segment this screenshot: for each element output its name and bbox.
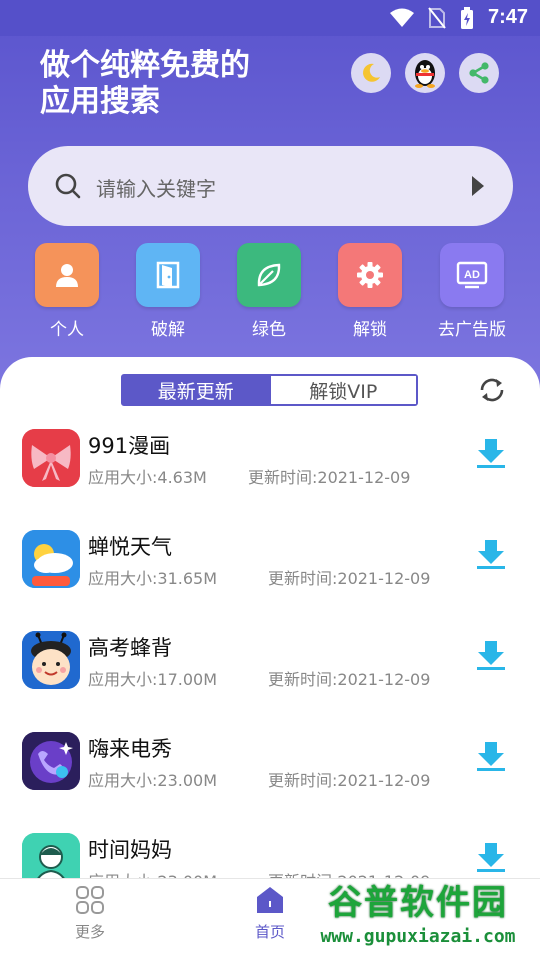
category-green[interactable]: 绿色 bbox=[229, 243, 309, 340]
app-size: 应用大小:17.00M bbox=[88, 670, 218, 689]
app-icon-991-manhua bbox=[22, 429, 80, 487]
download-icon[interactable] bbox=[476, 639, 506, 671]
download-icon[interactable] bbox=[476, 841, 506, 873]
category-label: 破解 bbox=[151, 320, 185, 340]
leaf-icon bbox=[257, 263, 281, 287]
share-button[interactable] bbox=[459, 53, 499, 93]
share-icon bbox=[469, 62, 489, 84]
nav-more-label: 更多 bbox=[74, 923, 105, 941]
category-label: 解锁 bbox=[353, 320, 387, 340]
nav-more[interactable]: 更多 bbox=[50, 885, 130, 942]
category-label: 去广告版 bbox=[438, 320, 506, 340]
grid-icon bbox=[76, 886, 104, 914]
app-size: 应用大小:31.65M bbox=[88, 569, 218, 588]
night-mode-button[interactable] bbox=[351, 53, 391, 93]
category-no-ads[interactable]: AD 去广告版 bbox=[432, 243, 512, 340]
category-grid: 个人 破解 绿色 解锁 AD 去广告版 bbox=[0, 243, 540, 343]
download-icon[interactable] bbox=[476, 538, 506, 570]
list-item[interactable]: 蝉悦天气 应用大小:31.65M 更新时间:2021-12-09 bbox=[0, 518, 540, 618]
page-title: 做个纯粹免费的 应用搜索 bbox=[40, 48, 250, 119]
app-update-time: 更新时间:2021-12-09 bbox=[268, 670, 431, 689]
app-update-time: 更新时间:2021-12-09 bbox=[268, 771, 431, 790]
app-name: 嗨来电秀 bbox=[88, 737, 172, 761]
qq-penguin-icon bbox=[415, 60, 435, 88]
gear-icon bbox=[357, 262, 383, 288]
watermark: 谷普软件园 www.gupuxiazai.com bbox=[296, 880, 540, 960]
app-size: 应用大小:4.63M bbox=[88, 468, 207, 487]
wifi-icon bbox=[389, 8, 414, 27]
download-icon[interactable] bbox=[476, 437, 506, 469]
battery-icon bbox=[460, 6, 473, 29]
app-list-panel: 最新更新 解锁VIP 991漫画 应用大小:4.63M 更新时间:2021-12… bbox=[0, 357, 540, 887]
app-name: 高考蜂背 bbox=[88, 636, 172, 660]
list-item[interactable]: 高考蜂背 应用大小:17.00M 更新时间:2021-12-09 bbox=[0, 619, 540, 719]
no-sim-icon bbox=[428, 6, 446, 29]
search-icon bbox=[55, 173, 81, 199]
svg-text:AD: AD bbox=[464, 269, 480, 281]
status-time: 7:47 bbox=[487, 6, 528, 28]
ad-icon: AD bbox=[456, 261, 488, 289]
tab-bar: 最新更新 解锁VIP bbox=[121, 374, 418, 406]
app-update-time: 更新时间:2021-12-09 bbox=[248, 468, 411, 487]
category-unlock[interactable]: 解锁 bbox=[330, 243, 410, 340]
app-icon-hailai-dianxiu bbox=[22, 732, 80, 790]
app-icon-gaokao-fengbei bbox=[22, 631, 80, 689]
watermark-text: 谷普软件园 bbox=[328, 883, 508, 923]
door-icon bbox=[156, 261, 180, 289]
category-personal[interactable]: 个人 bbox=[27, 243, 107, 340]
search-bar[interactable]: 请输入关键字 bbox=[28, 146, 513, 226]
app-size: 应用大小:23.00M bbox=[88, 771, 218, 790]
app-icon-chanyue-weather bbox=[22, 530, 80, 588]
category-label: 个人 bbox=[50, 320, 84, 340]
refresh-icon[interactable] bbox=[476, 374, 508, 406]
list-item[interactable]: 嗨来电秀 应用大小:23.00M 更新时间:2021-12-09 bbox=[0, 720, 540, 820]
moon-icon bbox=[363, 63, 380, 82]
search-go-icon[interactable] bbox=[471, 176, 485, 196]
status-bar: 7:47 bbox=[0, 0, 540, 36]
home-icon bbox=[257, 887, 283, 913]
list-item[interactable]: 991漫画 应用大小:4.63M 更新时间:2021-12-09 bbox=[0, 417, 540, 517]
search-input[interactable]: 请输入关键字 bbox=[96, 173, 216, 202]
tab-unlock-vip[interactable]: 解锁VIP bbox=[268, 376, 416, 404]
app-name: 蝉悦天气 bbox=[88, 535, 172, 559]
category-label: 绿色 bbox=[252, 320, 286, 340]
qq-button[interactable] bbox=[405, 53, 445, 93]
tab-latest-updates[interactable]: 最新更新 bbox=[123, 376, 269, 404]
category-crack[interactable]: 破解 bbox=[128, 243, 208, 340]
watermark-url: www.gupuxiazai.com bbox=[320, 926, 516, 947]
person-icon bbox=[56, 264, 78, 287]
app-name: 时间妈妈 bbox=[88, 838, 172, 862]
app-name: 991漫画 bbox=[88, 434, 171, 458]
app-update-time: 更新时间:2021-12-09 bbox=[268, 569, 431, 588]
download-icon[interactable] bbox=[476, 740, 506, 772]
